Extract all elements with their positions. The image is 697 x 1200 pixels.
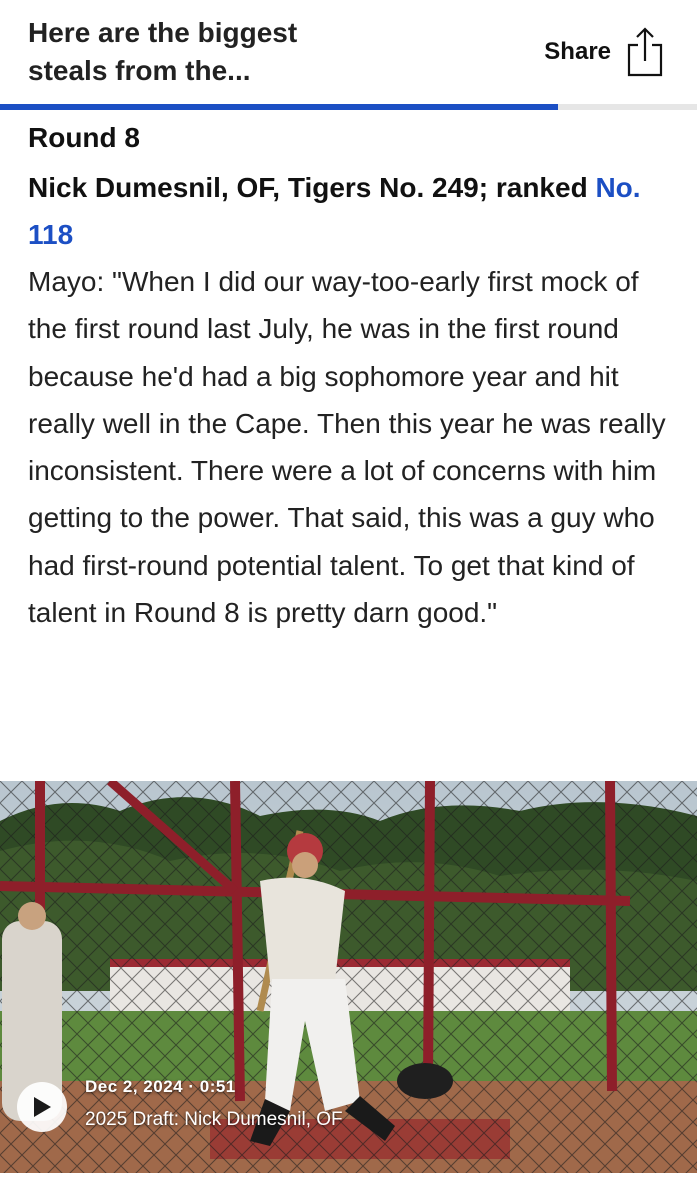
story-title: Here are the biggest steals from the... bbox=[28, 17, 298, 86]
article-body: Round 8 Nick Dumesnil, OF, Tigers No. 24… bbox=[28, 118, 673, 636]
page-bottom-strip bbox=[0, 1173, 697, 1200]
share-label: Share bbox=[544, 38, 611, 65]
share-icon bbox=[627, 27, 663, 77]
player-heading: Nick Dumesnil, OF, Tigers No. 249; ranke… bbox=[28, 164, 673, 258]
round-heading: Round 8 bbox=[28, 122, 140, 153]
player-heading-text: Nick Dumesnil, OF, Tigers No. 249; ranke… bbox=[28, 172, 588, 203]
play-button[interactable] bbox=[17, 1082, 67, 1132]
video-title[interactable]: 2025 Draft: Nick Dumesnil, OF bbox=[85, 1109, 343, 1131]
play-icon bbox=[34, 1097, 51, 1117]
reading-progress-bar bbox=[0, 104, 697, 110]
reading-progress-fill bbox=[0, 104, 558, 110]
top-header: Here are the biggest steals from the... … bbox=[0, 0, 697, 104]
share-button[interactable]: Share bbox=[544, 24, 665, 80]
analyst-quote: Mayo: "When I did our way-too-early firs… bbox=[28, 266, 666, 629]
video-date-duration: Dec 2, 2024 · 0:51 bbox=[85, 1077, 236, 1096]
